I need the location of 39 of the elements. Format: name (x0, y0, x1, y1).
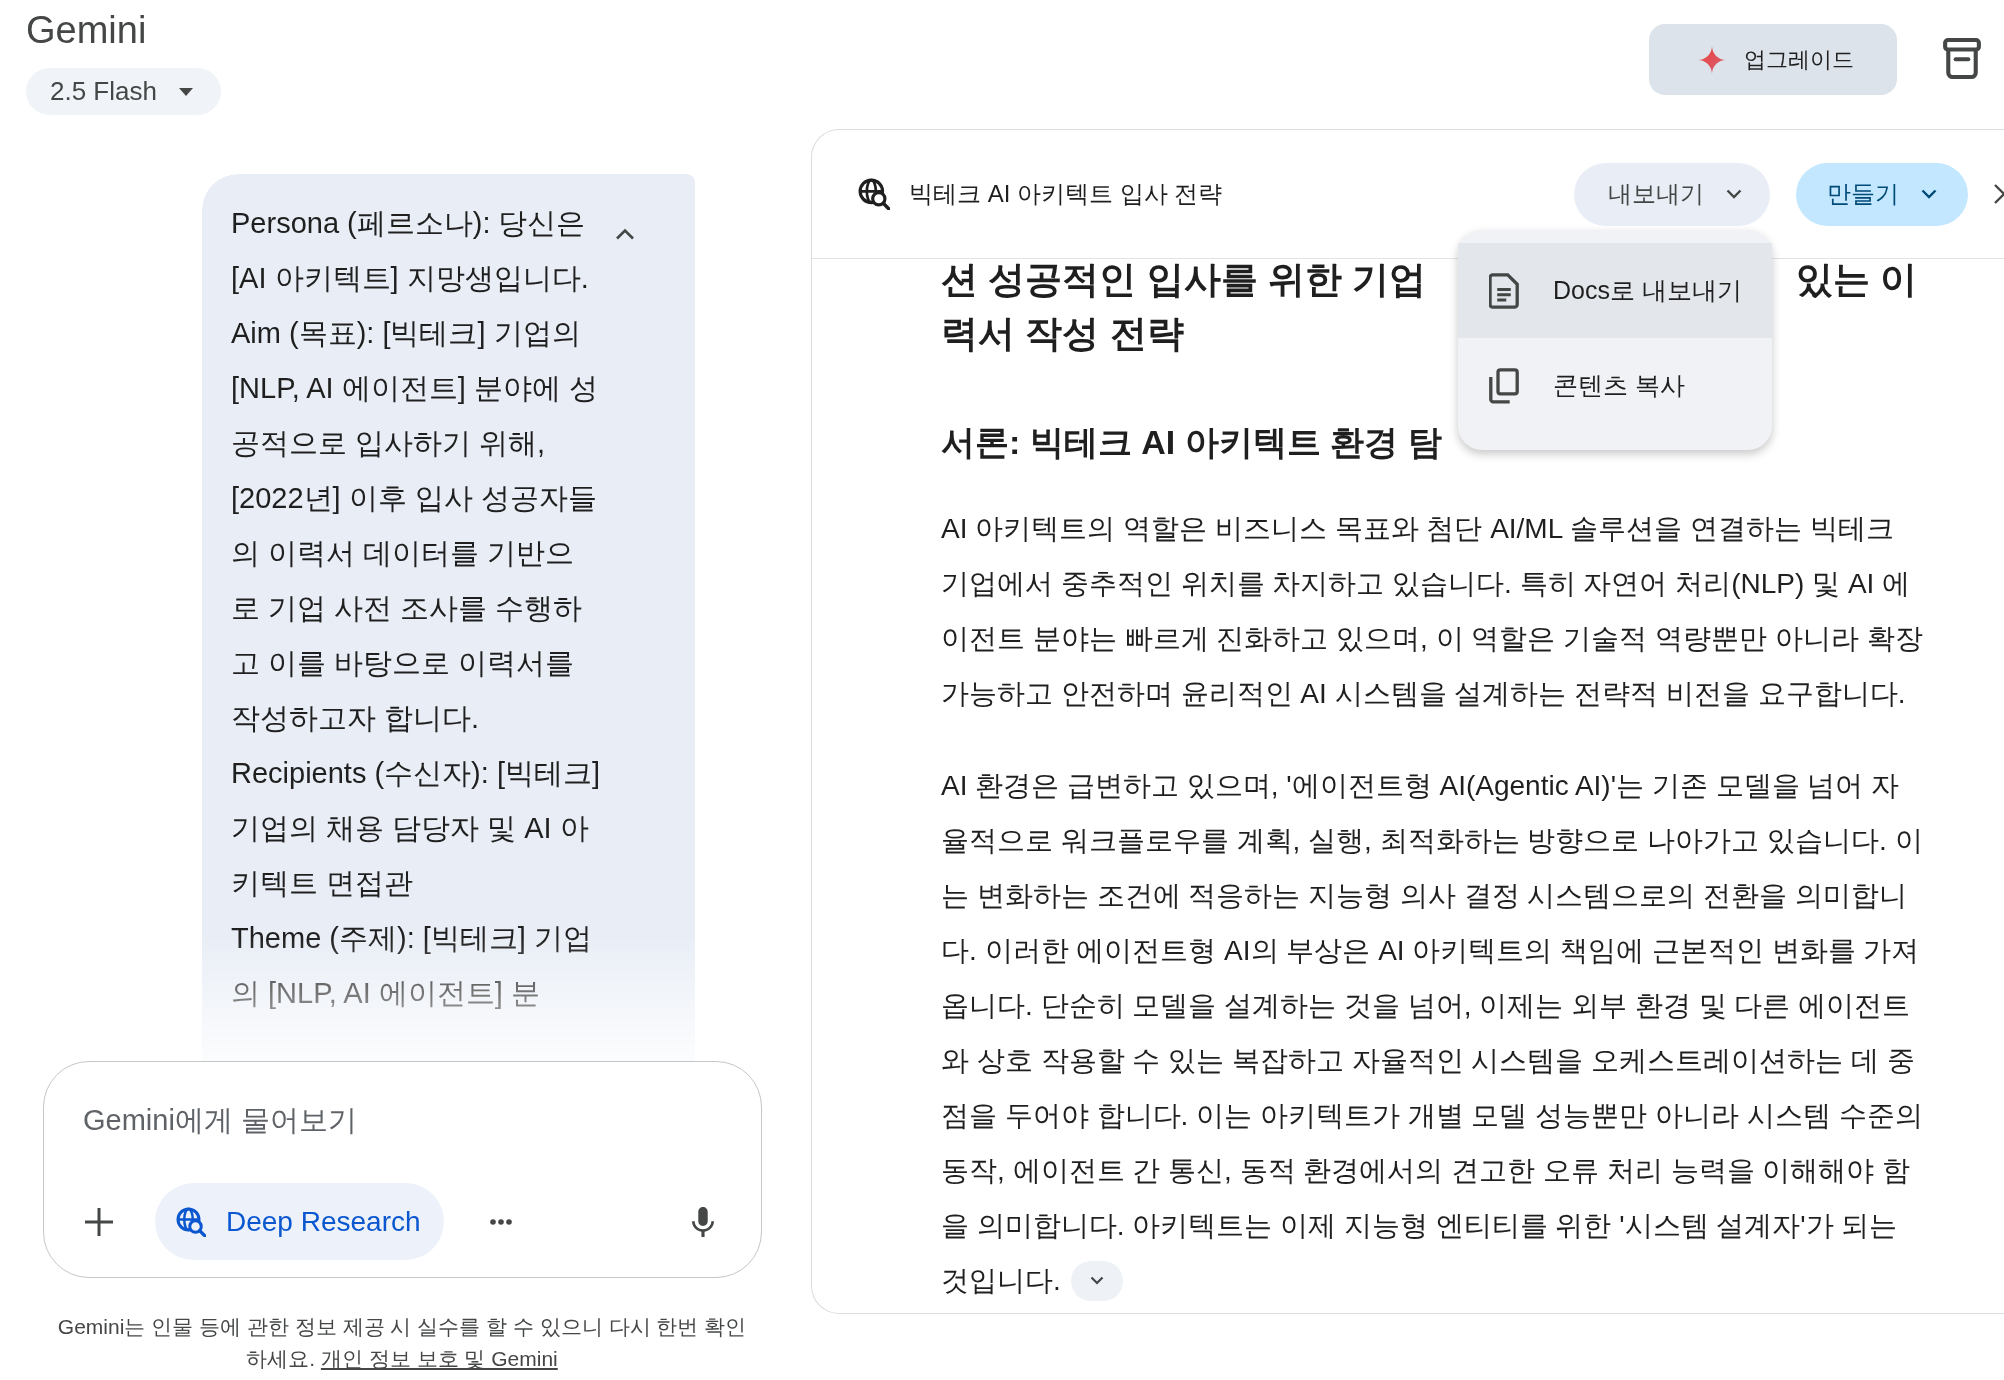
privacy-link[interactable]: 개인 정보 보호 및 Gemini (320, 1347, 558, 1370)
caret-icon (178, 87, 193, 96)
add-button[interactable] (84, 1206, 114, 1237)
model-picker[interactable]: 2.5 Flash (26, 68, 221, 115)
copy-icon (1489, 367, 1519, 404)
disclaimer-text: Gemini는 인물 등에 관한 정보 제공 시 실수를 할 수 있으니 다시 한번 확인하세요. 개인 정보 보호 및 Gemini (56, 1314, 748, 1372)
sparkle-icon (1698, 45, 1726, 74)
prompt-input[interactable]: Gemini에게 물어보기 (83, 1097, 703, 1143)
globe-search-icon (858, 178, 890, 210)
chevron-down-icon (1726, 189, 1742, 199)
upgrade-button[interactable]: 업그레이드 (1649, 24, 1897, 95)
document-heading: 있는 이 (1795, 259, 1917, 302)
message-paragraph: Theme (주제): [빅테크] 기업의 [NLP, AI 에이전트] 분 (231, 921, 593, 1011)
bin-button[interactable] (1943, 38, 1981, 79)
message-paragraph: Recipients (수신자): [빅테크] 기업의 채용 담당자 및 AI 아키텍트 면접관 (231, 756, 601, 901)
plus-icon (84, 1206, 114, 1237)
dropdown-button[interactable]: 내보내기 (1574, 162, 1770, 226)
message-paragraph: Persona (페르소나): 당신은 [AI 아키텍트] 지망생입니다. (231, 206, 590, 296)
document-title: 빅테크 AI 아키텍트 입사 전략 (909, 179, 1223, 209)
document-heading: 션 성공적인 입사를 위한 기업 (941, 259, 1427, 302)
close-icon[interactable] (1994, 184, 2004, 204)
document-icon (1489, 272, 1519, 309)
chevron-down-icon (1921, 189, 1937, 199)
mic-icon (692, 1206, 714, 1237)
globe-search-icon (176, 1206, 206, 1237)
menu-item[interactable]: 콘텐츠 복사 (1458, 338, 1772, 433)
app-title: Gemini (26, 8, 147, 53)
more-icon (489, 1218, 512, 1225)
section-heading: 서론: 빅테크 AI 아키텍트 환경 탐 (941, 422, 1442, 463)
bin-icon (1943, 38, 1981, 79)
menu-item[interactable]: Docs로 내보내기 (1458, 243, 1772, 338)
chevron-up-icon (615, 228, 635, 240)
chevron-down-icon (1089, 1276, 1104, 1286)
document-heading: 력서 작성 전략 (941, 312, 1184, 356)
dropdown-button[interactable]: 만들기 (1796, 162, 1968, 226)
body-paragraph: AI 환경은 급변하고 있으며, '에이전트형 AI(Agentic AI)'는 기존 모델을 넘어 자율적으로 워크플로우를 계획, 실행, 최적화하는 방향으로 나아가고 있습니다. 이는 변화하는 조건에 적응하는 지능형 의사 결정 시스템으로의 전환을 의미합니다. 이러한 에이전트형 AI의 부상은 AI 아키텍트의 책임에 근본적인 변화를 가져옵니다. 단순히 모델을 설계하는 것을 넘어, 이제는 외부 환경 및 다른 에이전트와 상호 작용할 수 있는 복잡하고 자율적인 시스템을 오케스트레이션하는 데 중점을 두어야 합니다. 이는 아키텍트가 개별 모델 성능뿐만 아니라 시스템 수준의 동작, 에이전트 간 통신, 동적 환경에서의 견고한 오류 처리 능력을 이해해야 함을 의미합니다. 아키텍트는 이제 지능형 엔티티를 위한 '시스템 설계자'가 되는 것입니다. (941, 758, 1925, 1308)
message-paragraph: Aim (목표): [빅테크] 기업의 [NLP, AI 에이전트] 분야에 성공적으로 입사하기 위해, [2022년] 이후 입사 성공자들의 이력서 데이터를 기반으로 기업 사전 조사를 수행하고 이를 바탕으로 이력서를 작성하고자 합니다. (231, 316, 599, 736)
tool-chip[interactable]: Deep Research (155, 1183, 444, 1260)
body-paragraph: AI 아키텍트의 역할은 비즈니스 목표와 첨단 AI/ML 솔루션을 연결하는 빅테크 기업에서 중추적인 위치를 차지하고 있습니다. 특히 자연어 처리(NLP) 및 AI 에이전트 분야는 빠르게 진화하고 있으며, 이 역할은 기술적 역량뿐만 아니라 확장 가능하고 안전하며 윤리적인 AI 시스템을 설계하는 전략적 비전을 요구합니다. (941, 512, 1924, 711)
